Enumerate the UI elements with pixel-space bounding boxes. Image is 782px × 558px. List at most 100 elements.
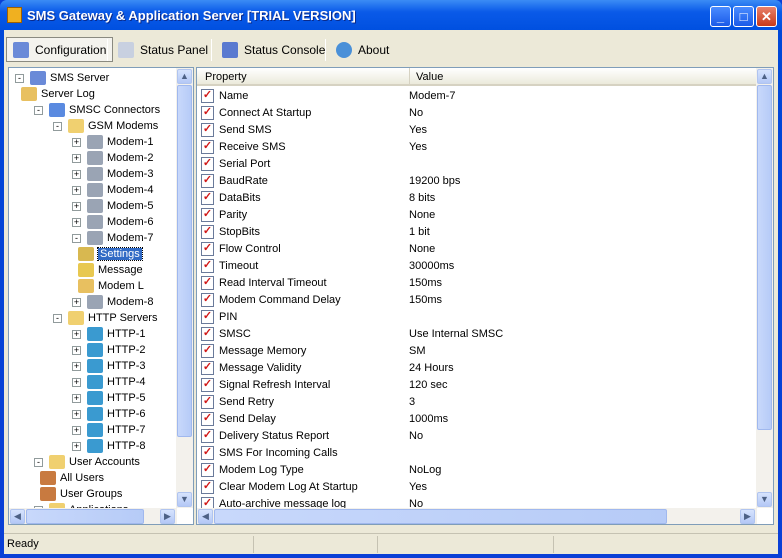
tab-status-console[interactable]: Status Console bbox=[216, 37, 331, 62]
property-row[interactable]: ✓ Receive SMS Yes bbox=[201, 139, 757, 156]
tree-item[interactable]: + Modem-4 bbox=[72, 182, 153, 198]
property-row[interactable]: ✓ BaudRate 19200 bps bbox=[201, 173, 757, 190]
column-header-property[interactable]: Property bbox=[205, 71, 247, 83]
navigation-tree[interactable]: - SMS Server Server Log - SMSC Connectors - GS… bbox=[8, 67, 194, 525]
scroll-thumb[interactable] bbox=[26, 509, 144, 524]
tree-item[interactable]: - GSM Modems bbox=[53, 118, 158, 134]
property-value[interactable]: 3 bbox=[409, 396, 415, 408]
property-value[interactable]: 30000ms bbox=[409, 260, 454, 272]
property-value[interactable]: Yes bbox=[409, 124, 427, 136]
property-value[interactable]: NoLog bbox=[409, 464, 441, 476]
property-row[interactable]: ✓ Read Interval Timeout 150ms bbox=[201, 275, 757, 292]
tree-item[interactable]: + Modem-5 bbox=[72, 198, 153, 214]
property-row[interactable]: ✓ Timeout 30000ms bbox=[201, 258, 757, 275]
property-row[interactable]: ✓ Clear Modem Log At Startup Yes bbox=[201, 479, 757, 496]
tree-vertical-scrollbar[interactable]: ▲ ▼ bbox=[176, 68, 193, 508]
expand-icon[interactable]: + bbox=[72, 377, 81, 387]
expand-icon[interactable]: + bbox=[72, 409, 81, 419]
property-value[interactable]: 150ms bbox=[409, 294, 442, 306]
property-row[interactable]: ✓ SMS For Incoming Calls bbox=[201, 445, 757, 462]
grid-horizontal-scrollbar[interactable]: ◀ ▶ bbox=[197, 508, 757, 524]
tree-item[interactable]: Message bbox=[78, 262, 143, 278]
tree-item[interactable]: - Modem-7 bbox=[72, 230, 153, 246]
tab-status-panel[interactable]: Status Panel bbox=[112, 37, 214, 62]
tree-item[interactable]: + HTTP-5 bbox=[72, 390, 146, 406]
tree-item[interactable]: + HTTP-7 bbox=[72, 422, 146, 438]
property-row[interactable]: ✓ Modem Command Delay 150ms bbox=[201, 292, 757, 309]
expand-icon[interactable]: + bbox=[72, 361, 81, 371]
property-value[interactable]: 1 bit bbox=[409, 226, 430, 238]
tree-item[interactable]: + Modem-8 bbox=[72, 294, 153, 310]
property-value[interactable]: 150ms bbox=[409, 277, 442, 289]
scroll-up-button[interactable]: ▲ bbox=[757, 69, 772, 84]
expand-icon[interactable]: + bbox=[72, 137, 81, 147]
property-row[interactable]: ✓ Modem Log Type NoLog bbox=[201, 462, 757, 479]
property-value[interactable]: Use Internal SMSC bbox=[409, 328, 503, 340]
tree-item[interactable]: Modem L bbox=[78, 278, 144, 294]
property-value[interactable]: None bbox=[409, 243, 435, 255]
scroll-right-button[interactable]: ▶ bbox=[740, 509, 755, 524]
title-bar[interactable]: SMS Gateway & Application Server [TRIAL … bbox=[0, 0, 782, 30]
property-grid[interactable]: Property Value ✓ Name Modem-7 ✓ Connect At S… bbox=[196, 67, 774, 525]
scroll-right-button[interactable]: ▶ bbox=[160, 509, 175, 524]
tree-item[interactable]: + Modem-3 bbox=[72, 166, 153, 182]
tree-item[interactable]: + HTTP-2 bbox=[72, 342, 146, 358]
tree-item[interactable]: - SMS Server bbox=[15, 70, 109, 86]
expand-icon[interactable]: + bbox=[72, 441, 81, 451]
property-value[interactable]: Yes bbox=[409, 141, 427, 153]
minimize-button[interactable]: _ bbox=[710, 6, 731, 27]
tree-item[interactable]: - HTTP Servers bbox=[53, 310, 157, 326]
expand-icon[interactable]: + bbox=[72, 425, 81, 435]
tree-item[interactable]: User Groups bbox=[40, 486, 122, 502]
tree-item[interactable]: All Users bbox=[40, 470, 104, 486]
tree-item[interactable]: + Modem-1 bbox=[72, 134, 153, 150]
tree-item[interactable]: Settings bbox=[78, 246, 143, 262]
property-row[interactable]: ✓ Delivery Status Report No bbox=[201, 428, 757, 445]
collapse-icon[interactable]: - bbox=[53, 121, 62, 131]
expand-icon[interactable]: + bbox=[72, 393, 81, 403]
tree-item[interactable]: Server Log bbox=[21, 86, 95, 102]
scroll-down-button[interactable]: ▼ bbox=[177, 492, 192, 507]
collapse-icon[interactable]: - bbox=[53, 313, 62, 323]
expand-icon[interactable]: + bbox=[72, 345, 81, 355]
column-header-value[interactable]: Value bbox=[409, 68, 443, 86]
property-row[interactable]: ✓ Name Modem-7 bbox=[201, 88, 757, 105]
scroll-left-button[interactable]: ◀ bbox=[198, 509, 213, 524]
collapse-icon[interactable]: - bbox=[15, 73, 24, 83]
property-row[interactable]: ✓ Send SMS Yes bbox=[201, 122, 757, 139]
tree-item[interactable]: - SMSC Connectors bbox=[34, 102, 160, 118]
property-row[interactable]: ✓ Send Retry 3 bbox=[201, 394, 757, 411]
property-value[interactable]: SM bbox=[409, 345, 426, 357]
property-value[interactable]: None bbox=[409, 209, 435, 221]
grid-vertical-scrollbar[interactable]: ▲ ▼ bbox=[756, 68, 773, 508]
scroll-up-button[interactable]: ▲ bbox=[177, 69, 192, 84]
tree-item[interactable]: + HTTP-4 bbox=[72, 374, 146, 390]
scroll-down-button[interactable]: ▼ bbox=[757, 492, 772, 507]
property-value[interactable]: Modem-7 bbox=[409, 90, 455, 102]
tree-item[interactable]: + HTTP-1 bbox=[72, 326, 146, 342]
scroll-thumb[interactable] bbox=[214, 509, 667, 524]
expand-icon[interactable]: + bbox=[72, 201, 81, 211]
collapse-icon[interactable]: - bbox=[72, 233, 81, 243]
tree-item[interactable]: + HTTP-3 bbox=[72, 358, 146, 374]
property-value[interactable]: No bbox=[409, 107, 423, 119]
property-value[interactable]: 120 sec bbox=[409, 379, 448, 391]
property-row[interactable]: ✓ SMSC Use Internal SMSC bbox=[201, 326, 757, 343]
property-row[interactable]: ✓ Connect At Startup No bbox=[201, 105, 757, 122]
property-value[interactable]: 8 bits bbox=[409, 192, 435, 204]
property-value[interactable]: No bbox=[409, 430, 423, 442]
property-row[interactable]: ✓ Signal Refresh Interval 120 sec bbox=[201, 377, 757, 394]
property-row[interactable]: ✓ Flow Control None bbox=[201, 241, 757, 258]
tree-horizontal-scrollbar[interactable]: ◀ ▶ bbox=[9, 508, 177, 524]
tab-configuration[interactable]: Configuration bbox=[6, 37, 114, 62]
property-row[interactable]: ✓ PIN bbox=[201, 309, 757, 326]
collapse-icon[interactable]: - bbox=[34, 105, 43, 115]
property-row[interactable]: ✓ Send Delay 1000ms bbox=[201, 411, 757, 428]
tree-item[interactable]: - User Accounts bbox=[34, 454, 140, 470]
property-row[interactable]: ✓ Serial Port bbox=[201, 156, 757, 173]
tree-item[interactable]: + HTTP-6 bbox=[72, 406, 146, 422]
collapse-icon[interactable]: - bbox=[34, 457, 43, 467]
property-value[interactable]: 24 Hours bbox=[409, 362, 454, 374]
property-row[interactable]: ✓ StopBits 1 bit bbox=[201, 224, 757, 241]
expand-icon[interactable]: + bbox=[72, 153, 81, 163]
